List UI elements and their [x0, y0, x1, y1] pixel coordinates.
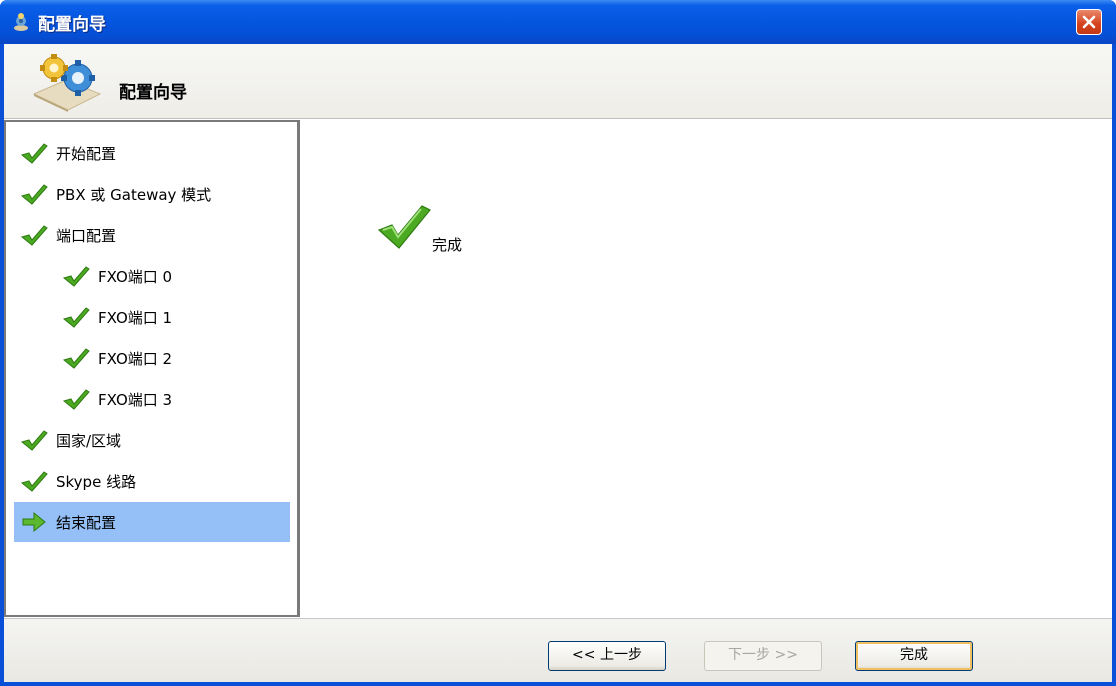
- step-finish-config[interactable]: 结束配置: [14, 502, 290, 542]
- checkmark-icon: [62, 307, 90, 328]
- step-fxo-port-2[interactable]: FXO端口 2: [14, 338, 290, 378]
- checkmark-icon: [62, 348, 90, 369]
- arrow-right-icon: [22, 511, 46, 533]
- step-label: 结束配置: [56, 514, 117, 532]
- checkmark-icon: [20, 471, 48, 492]
- close-icon: [1082, 15, 1096, 29]
- step-label: FXO端口 0: [98, 268, 173, 286]
- step-label: PBX 或 Gateway 模式: [56, 186, 212, 204]
- header-title: 配置向导: [119, 83, 187, 103]
- window-title: 配置向导: [38, 15, 106, 35]
- next-button[interactable]: 下一步 >>: [704, 641, 822, 671]
- checkmark-icon: [62, 389, 90, 410]
- step-fxo-port-3[interactable]: FXO端口 3: [14, 379, 290, 419]
- step-fxo-port-0[interactable]: FXO端口 0: [14, 256, 290, 296]
- button-bar: << 上一步 下一步 >> 完成: [4, 618, 1112, 682]
- wizard-app-icon: [14, 13, 28, 31]
- step-skype-line[interactable]: Skype 线路: [14, 461, 290, 501]
- checkmark-icon: [377, 205, 431, 249]
- step-label: 国家/区域: [56, 432, 122, 450]
- gears-icon: [32, 54, 102, 112]
- step-label: Skype 线路: [56, 473, 137, 491]
- step-pbx-gateway-mode[interactable]: PBX 或 Gateway 模式: [14, 174, 290, 214]
- checkmark-icon: [20, 225, 48, 246]
- step-label: 端口配置: [56, 227, 117, 245]
- step-label: FXO端口 2: [98, 350, 173, 368]
- step-port-config[interactable]: 端口配置: [14, 215, 290, 255]
- wizard-header: 配置向导: [4, 44, 1112, 119]
- title-bar[interactable]: 配置向导: [0, 0, 1116, 44]
- wizard-window: 配置向导 配置向导 开始配置 PBX 或 Gateway 模式 端口配置 FXO…: [0, 0, 1116, 686]
- step-fxo-port-1[interactable]: FXO端口 1: [14, 297, 290, 337]
- client-area: 配置向导 开始配置 PBX 或 Gateway 模式 端口配置 FXO端口 0 …: [4, 44, 1112, 682]
- finish-button[interactable]: 完成: [855, 641, 973, 671]
- step-country-region[interactable]: 国家/区域: [14, 420, 290, 460]
- step-label: FXO端口 3: [98, 391, 173, 409]
- content-panel: 完成: [301, 120, 1112, 617]
- step-start-config[interactable]: 开始配置: [14, 133, 290, 173]
- checkmark-icon: [20, 143, 48, 164]
- checkmark-icon: [62, 266, 90, 287]
- back-button[interactable]: << 上一步: [548, 641, 666, 671]
- completion-label: 完成: [432, 236, 463, 254]
- checkmark-icon: [20, 430, 48, 451]
- step-label: FXO端口 1: [98, 309, 173, 327]
- close-button[interactable]: [1076, 9, 1102, 35]
- steps-panel: 开始配置 PBX 或 Gateway 模式 端口配置 FXO端口 0 FXO端口…: [4, 120, 300, 617]
- step-label: 开始配置: [56, 145, 117, 163]
- checkmark-icon: [20, 184, 48, 205]
